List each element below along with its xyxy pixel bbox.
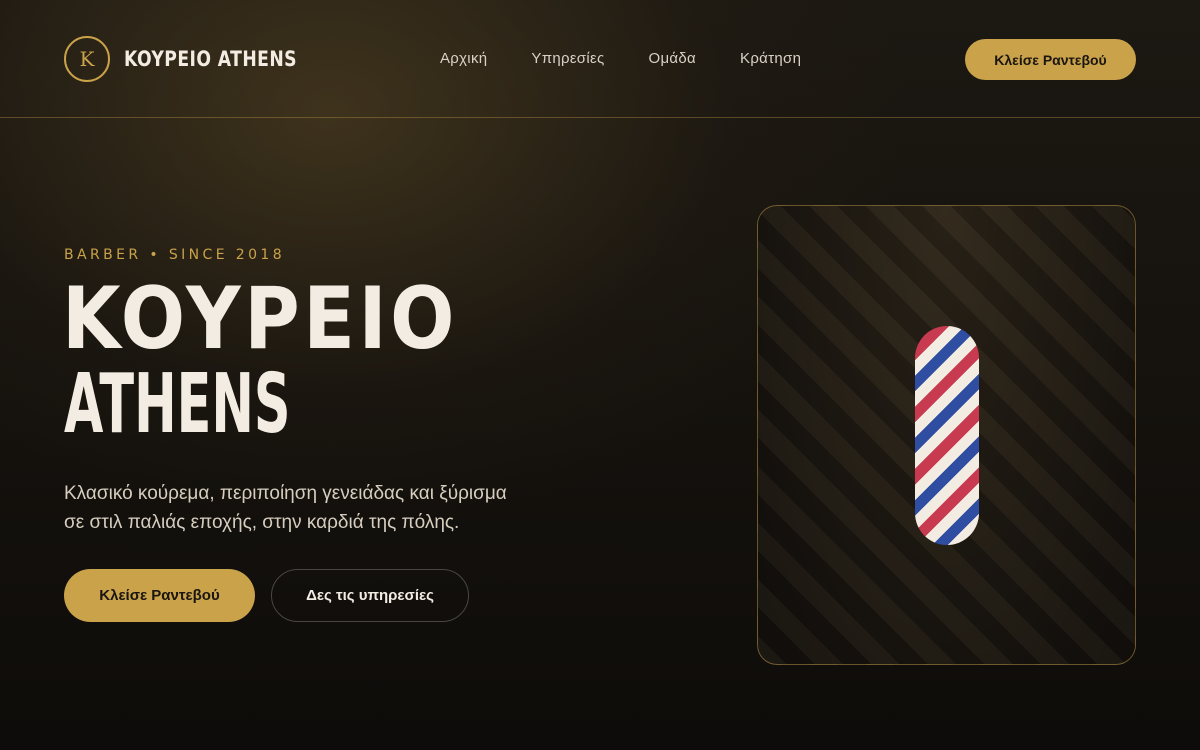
- hero-description-line2: σε στιλ παλιάς εποχής, στην καρδιά της π…: [64, 512, 460, 533]
- nav-item-services[interactable]: Υπηρεσίες: [531, 50, 604, 67]
- hero-title-line1: KOYPEIO: [62, 269, 458, 369]
- hero-description-line1: Κλασικό κούρεμα, περιποίηση γενειάδας κα…: [64, 483, 507, 504]
- header-book-button[interactable]: Κλείσε Ραντεβού: [965, 39, 1136, 80]
- main-nav: Αρχική Υπηρεσίες Ομάδα Κράτηση: [440, 50, 845, 67]
- hero-title-line2: ATHENS: [64, 357, 291, 452]
- hero-visual-card: [757, 205, 1136, 665]
- hero-eyebrow: BARBER • SINCE 2018: [64, 247, 286, 263]
- view-services-button[interactable]: Δες τις υπηρεσίες: [271, 569, 469, 622]
- nav-item-booking[interactable]: Κράτηση: [740, 50, 801, 67]
- k-monogram-icon: K: [64, 36, 110, 82]
- barber-pole-icon: [915, 326, 979, 545]
- logo[interactable]: K KOYPEIO ATHENS: [64, 36, 335, 82]
- nav-item-team[interactable]: Ομάδα: [649, 50, 697, 67]
- nav-item-home[interactable]: Αρχική: [440, 50, 487, 67]
- book-appointment-button[interactable]: Κλείσε Ραντεβού: [64, 569, 255, 622]
- hero-description: Κλασικό κούρεμα, περιποίηση γενειάδας κα…: [64, 479, 564, 537]
- site-header: K KOYPEIO ATHENS Αρχική Υπηρεσίες Ομάδα …: [0, 0, 1200, 118]
- brand-name: KOYPEIO ATHENS: [124, 47, 297, 71]
